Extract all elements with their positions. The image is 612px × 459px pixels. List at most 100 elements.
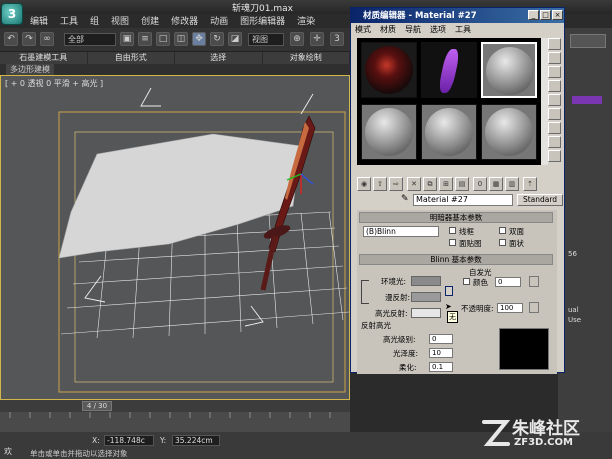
shader-dropdown[interactable]: (B)Blinn xyxy=(363,226,439,237)
select-by-name-icon[interactable]: ≡ xyxy=(138,32,152,46)
lock-bracket-icon[interactable] xyxy=(361,280,369,304)
color-swatch[interactable] xyxy=(572,96,602,104)
ribbon-tab-selection[interactable]: 选择 xyxy=(175,52,263,64)
close-icon[interactable]: × xyxy=(552,10,563,20)
material-type-button[interactable]: Standard xyxy=(517,194,563,206)
mated-menu-material[interactable]: 材质 xyxy=(380,24,396,36)
sample-slot-6[interactable] xyxy=(481,104,537,160)
y-coordinate-field[interactable]: 35.224cm xyxy=(172,435,220,446)
opacity-map-button[interactable] xyxy=(529,302,539,313)
diffuse-map-button[interactable] xyxy=(445,286,453,296)
ribbon-subtab-poly-modeling[interactable]: 多边形建模 xyxy=(6,64,54,75)
sample-slot-5[interactable] xyxy=(421,104,477,160)
selection-filter-dropdown[interactable]: 全部 xyxy=(64,33,116,46)
select-by-material-icon[interactable] xyxy=(548,136,561,148)
sample-type-icon[interactable] xyxy=(548,38,561,50)
sample-slot-1[interactable] xyxy=(361,42,417,98)
pick-material-eyedropper-icon[interactable]: ✎ xyxy=(401,194,411,206)
glossiness-spinner[interactable]: 10 xyxy=(429,348,453,358)
show-map-icon[interactable]: ▦ xyxy=(489,177,503,191)
command-panel-tabs[interactable] xyxy=(570,34,606,48)
menu-views[interactable]: 视图 xyxy=(111,14,129,28)
background-icon[interactable] xyxy=(548,66,561,78)
sample-slots-scrollbar[interactable] xyxy=(541,38,548,165)
scale-icon[interactable]: ◪ xyxy=(228,32,242,46)
sample-slot-2[interactable] xyxy=(421,42,477,98)
reset-map-icon[interactable]: ✕ xyxy=(407,177,421,191)
select-object-icon[interactable]: ▣ xyxy=(120,32,134,46)
move-icon[interactable]: ✥ xyxy=(192,32,206,46)
select-manipulate-icon[interactable]: ✛ xyxy=(310,32,324,46)
copy-material-icon[interactable]: ⧉ xyxy=(423,177,437,191)
wire-checkbox[interactable] xyxy=(449,227,456,234)
diffuse-color-swatch[interactable] xyxy=(411,292,441,302)
menu-group[interactable]: 组 xyxy=(90,14,99,28)
menu-edit[interactable]: 编辑 xyxy=(30,14,48,28)
mated-menu-navigation[interactable]: 导航 xyxy=(405,24,421,36)
uv-tiling-icon[interactable] xyxy=(548,80,561,92)
time-slider[interactable]: 4 / 30 xyxy=(0,400,350,412)
specular-color-swatch[interactable] xyxy=(411,308,441,318)
go-to-parent-icon[interactable]: ⇡ xyxy=(523,177,537,191)
show-end-result-icon[interactable]: ▥ xyxy=(505,177,519,191)
rotate-icon[interactable]: ↻ xyxy=(210,32,224,46)
x-coordinate-field[interactable]: -118.748c xyxy=(104,435,154,446)
options-icon[interactable] xyxy=(548,122,561,134)
sample-slot-3-active[interactable] xyxy=(481,42,537,98)
maxscript-listener-label[interactable]: 欢 xyxy=(4,446,12,457)
ambient-color-swatch[interactable] xyxy=(411,276,441,286)
shader-basic-params-rollout[interactable]: 明暗器基本参数 xyxy=(359,212,553,223)
ribbon-tab-graphite[interactable]: 石墨建模工具 xyxy=(0,52,88,64)
track-bar[interactable] xyxy=(0,412,350,432)
command-panel-use: Use xyxy=(568,316,582,324)
material-navigator-icon[interactable] xyxy=(548,150,561,162)
opacity-spinner[interactable]: 100 xyxy=(497,303,523,313)
undo-icon[interactable]: ↶ xyxy=(4,32,18,46)
material-name-field[interactable]: Material #27 xyxy=(413,194,513,206)
reference-coord-dropdown[interactable]: 视图 xyxy=(248,33,284,46)
mated-menu-options[interactable]: 选项 xyxy=(430,24,446,36)
self-illum-map-button[interactable] xyxy=(529,276,539,287)
redo-icon[interactable]: ↷ xyxy=(22,32,36,46)
app-logo-icon[interactable]: 3 xyxy=(1,3,23,25)
minimize-icon[interactable]: _ xyxy=(528,10,539,20)
put-to-library-icon[interactable]: ▤ xyxy=(455,177,469,191)
self-illum-color-checkbox[interactable] xyxy=(463,278,470,285)
face-map-checkbox[interactable] xyxy=(449,239,456,246)
pivot-icon[interactable]: ⊕ xyxy=(290,32,304,46)
faceted-checkbox[interactable] xyxy=(499,239,506,246)
two-sided-checkbox[interactable] xyxy=(499,227,506,234)
soften-spinner[interactable]: 0.1 xyxy=(429,362,453,372)
viewport-label[interactable]: [ + 0 透视 0 平滑 + 高光 ] xyxy=(5,78,103,89)
time-slider-thumb[interactable]: 4 / 30 xyxy=(82,401,112,411)
material-editor-titlebar[interactable]: 材质编辑器 - Material #27 _ □ × xyxy=(351,8,564,23)
video-color-check-icon[interactable] xyxy=(548,94,561,106)
rect-select-icon[interactable]: □ xyxy=(156,32,170,46)
make-preview-icon[interactable] xyxy=(548,108,561,120)
ribbon-tab-object-paint[interactable]: 对象绘制 xyxy=(263,52,350,64)
menu-animation[interactable]: 动画 xyxy=(210,14,228,28)
ribbon-tab-freeform[interactable]: 自由形式 xyxy=(88,52,175,64)
maximize-icon[interactable]: □ xyxy=(540,10,551,20)
self-illum-spinner[interactable]: 0 xyxy=(495,277,521,287)
snap-icon[interactable]: 3 xyxy=(330,32,344,46)
link-icon[interactable]: ∞ xyxy=(40,32,54,46)
blinn-basic-params-rollout[interactable]: Blinn 基本参数 xyxy=(359,254,553,265)
menu-rendering[interactable]: 渲染 xyxy=(297,14,315,28)
mated-menu-modes[interactable]: 模式 xyxy=(355,24,371,36)
mated-menu-utilities[interactable]: 工具 xyxy=(455,24,471,36)
menu-tools[interactable]: 工具 xyxy=(60,14,78,28)
assign-material-icon[interactable]: ⇨ xyxy=(389,177,403,191)
backlight-icon[interactable] xyxy=(548,52,561,64)
menu-create[interactable]: 创建 xyxy=(141,14,159,28)
sample-slot-4[interactable] xyxy=(361,104,417,160)
menu-graph-editors[interactable]: 图形编辑器 xyxy=(240,14,285,28)
get-material-icon[interactable]: ◉ xyxy=(357,177,371,191)
material-id-icon[interactable]: 0 xyxy=(473,177,487,191)
make-unique-icon[interactable]: ⊞ xyxy=(439,177,453,191)
put-to-scene-icon[interactable]: ⇧ xyxy=(373,177,387,191)
specular-level-spinner[interactable]: 0 xyxy=(429,334,453,344)
perspective-viewport[interactable]: [ + 0 透视 0 平滑 + 高光 ] xyxy=(0,75,350,400)
menu-modifiers[interactable]: 修改器 xyxy=(171,14,198,28)
window-crossing-icon[interactable]: ◫ xyxy=(174,32,188,46)
